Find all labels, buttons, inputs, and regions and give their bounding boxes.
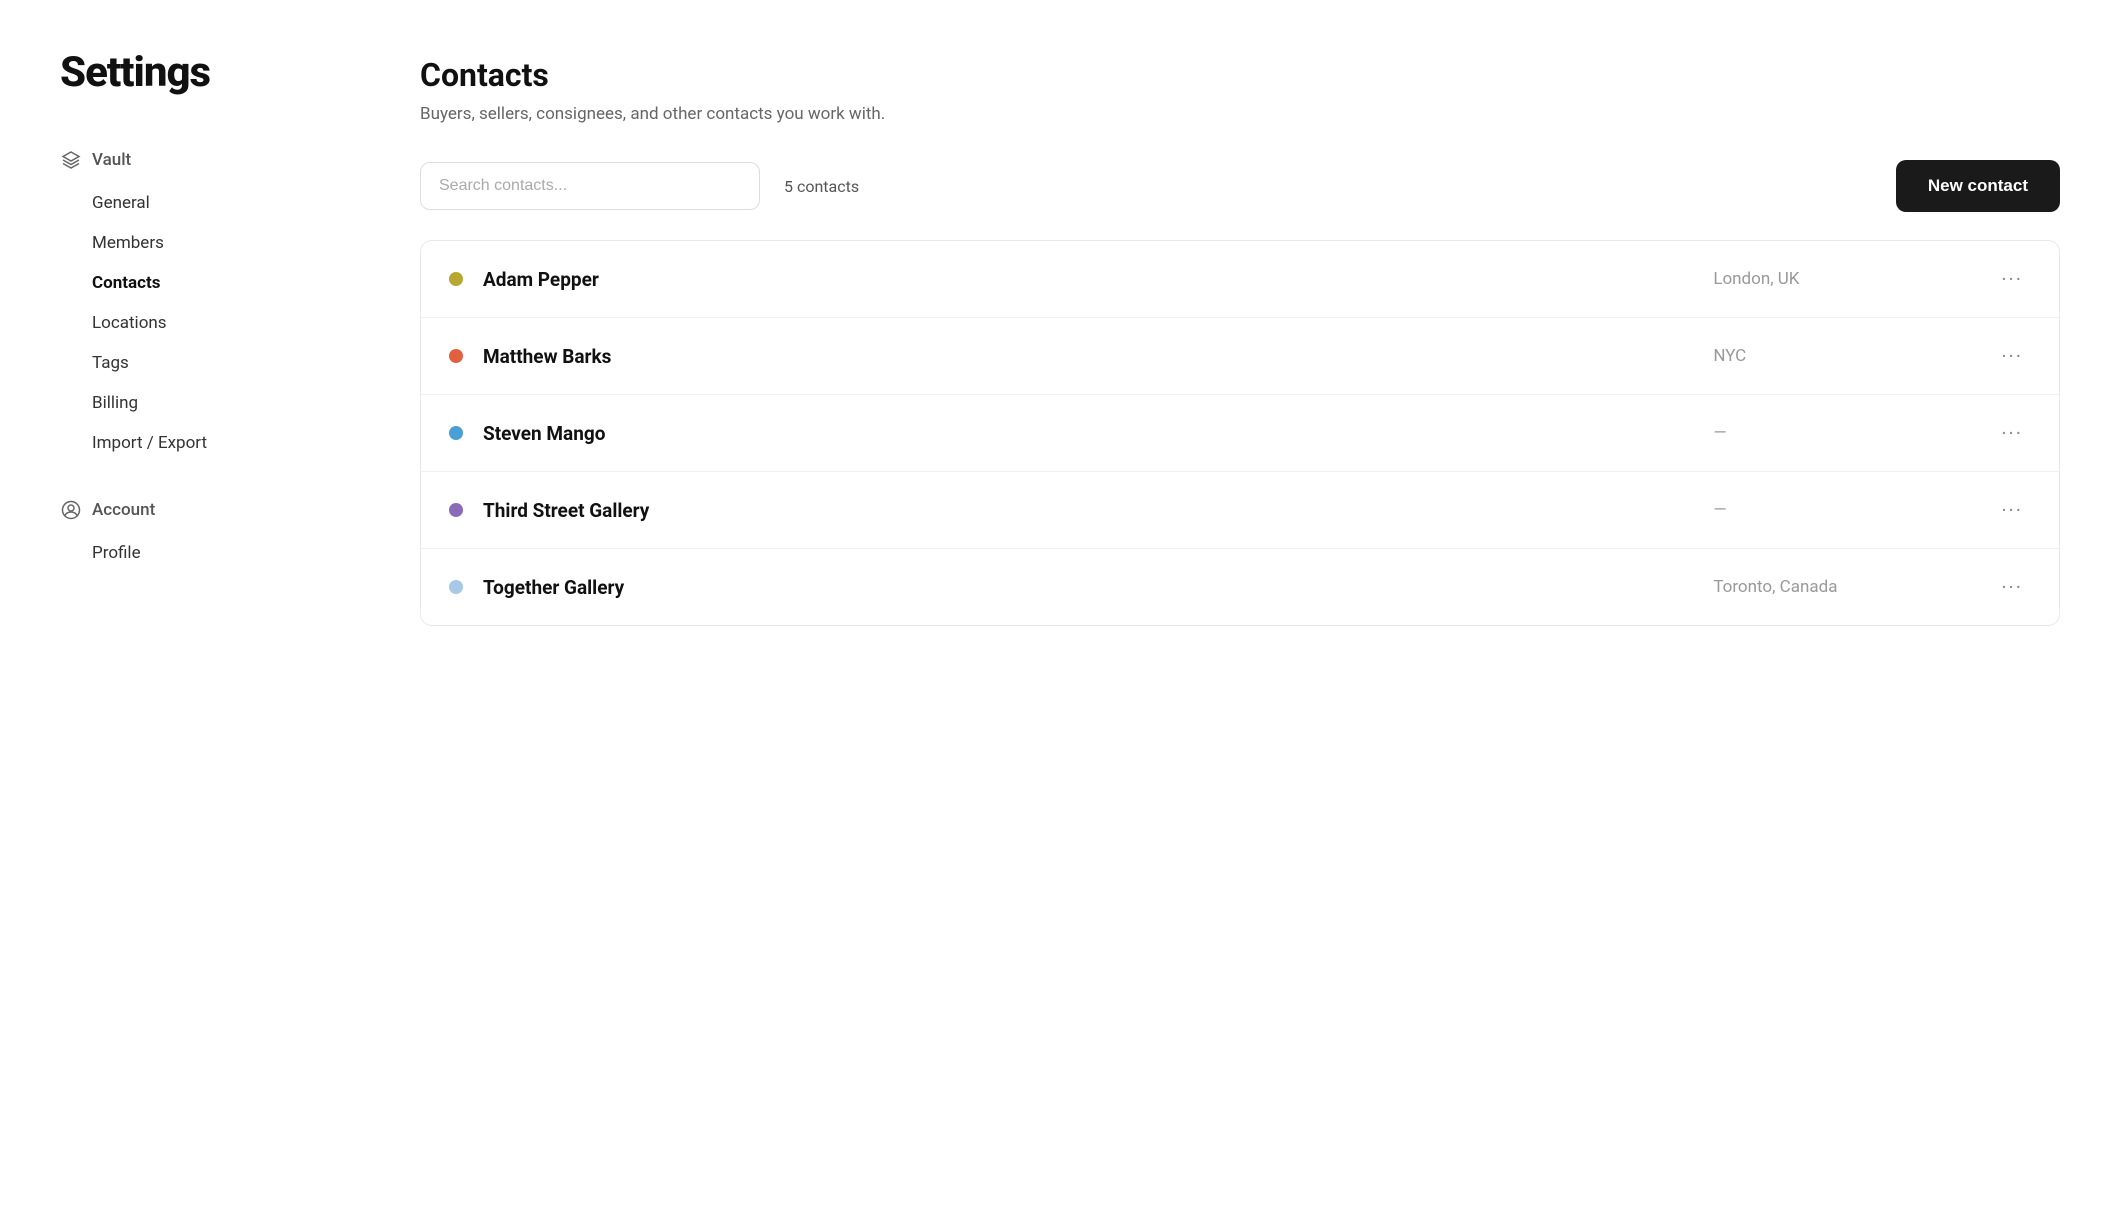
contact-name: Together Gallery (483, 576, 1713, 599)
sidebar-account-header: Account (60, 495, 340, 525)
sidebar-item-import-export[interactable]: Import / Export (60, 423, 340, 463)
contact-location: London, UK (1713, 269, 1993, 289)
sidebar-vault-label: Vault (92, 150, 131, 170)
contact-dot (449, 503, 463, 517)
toolbar: 5 contacts New contact (420, 160, 2060, 212)
contacts-subtitle: Buyers, sellers, consignees, and other c… (420, 104, 2060, 124)
sidebar-vault-header: Vault (60, 145, 340, 175)
table-row: Third Street Gallery—··· (421, 472, 2059, 549)
contact-name: Third Street Gallery (483, 499, 1713, 522)
new-contact-button[interactable]: New contact (1896, 160, 2060, 212)
sidebar-item-locations[interactable]: Locations (60, 303, 340, 343)
layers-icon (60, 149, 82, 171)
table-row: Matthew BarksNYC··· (421, 318, 2059, 395)
sidebar-item-contacts[interactable]: Contacts (60, 263, 340, 303)
contact-more-button[interactable]: ··· (1993, 494, 2031, 526)
contact-name: Matthew Barks (483, 345, 1713, 368)
contact-more-button[interactable]: ··· (1993, 417, 2031, 449)
sidebar-item-members[interactable]: Members (60, 223, 340, 263)
contact-location: — (1713, 500, 1993, 520)
search-input[interactable] (420, 162, 760, 210)
sidebar-vault-nav: GeneralMembersContactsLocationsTagsBilli… (60, 183, 340, 463)
contact-location: Toronto, Canada (1713, 577, 1993, 597)
contact-more-button[interactable]: ··· (1993, 571, 2031, 603)
sidebar: Settings Vault GeneralMembersContactsLoc… (60, 48, 340, 626)
table-row: Adam PepperLondon, UK··· (421, 241, 2059, 318)
table-row: Together GalleryToronto, Canada··· (421, 549, 2059, 625)
sidebar-item-general[interactable]: General (60, 183, 340, 223)
main-content: Contacts Buyers, sellers, consignees, an… (420, 48, 2060, 626)
contacts-count: 5 contacts (784, 177, 1872, 196)
contact-location: NYC (1713, 346, 1993, 366)
sidebar-vault-section: Vault GeneralMembersContactsLocationsTag… (60, 145, 340, 463)
contact-dot (449, 426, 463, 440)
sidebar-account-label: Account (92, 500, 155, 520)
sidebar-item-profile[interactable]: Profile (60, 533, 340, 573)
contact-location: — (1713, 423, 1993, 443)
search-box (420, 162, 760, 210)
user-circle-icon (60, 499, 82, 521)
contacts-title: Contacts (420, 56, 2060, 94)
contact-more-button[interactable]: ··· (1993, 263, 2031, 295)
contact-dot (449, 349, 463, 363)
contact-dot (449, 580, 463, 594)
table-row: Steven Mango—··· (421, 395, 2059, 472)
contact-name: Adam Pepper (483, 268, 1713, 291)
sidebar-item-tags[interactable]: Tags (60, 343, 340, 383)
sidebar-account-section: Account Profile (60, 495, 340, 573)
page-container: Settings Vault GeneralMembersContactsLoc… (0, 0, 2120, 674)
sidebar-account-nav: Profile (60, 533, 340, 573)
page-title: Settings (60, 48, 340, 97)
sidebar-item-billing[interactable]: Billing (60, 383, 340, 423)
contacts-table: Adam PepperLondon, UK···Matthew BarksNYC… (420, 240, 2060, 626)
contact-name: Steven Mango (483, 422, 1713, 445)
contact-dot (449, 272, 463, 286)
contact-more-button[interactable]: ··· (1993, 340, 2031, 372)
